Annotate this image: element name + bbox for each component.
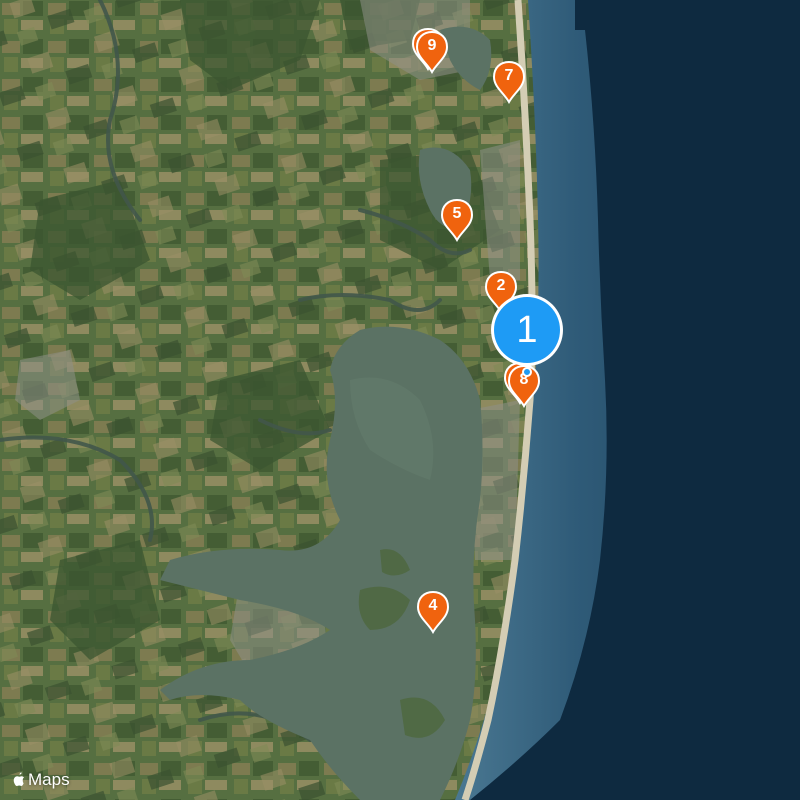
satellite-map[interactable] [0, 0, 800, 800]
map-marker-5[interactable]: 5 [440, 198, 474, 242]
selected-marker-label: 1 [516, 309, 538, 351]
map-marker-7[interactable]: 7 [492, 60, 526, 104]
marker-4-label: 4 [428, 597, 438, 614]
marker-5-label: 5 [452, 205, 462, 222]
marker-9-label: 9 [427, 37, 437, 54]
selected-map-marker-1[interactable]: 1 [489, 292, 565, 378]
apple-logo-icon [13, 772, 24, 786]
attribution-text: Maps [28, 770, 70, 789]
maps-attribution[interactable]: Maps [12, 770, 70, 790]
marker-7-label: 7 [504, 67, 514, 84]
map-marker-4[interactable]: 4 [416, 590, 450, 634]
map-marker-9[interactable]: 9 [411, 27, 449, 74]
